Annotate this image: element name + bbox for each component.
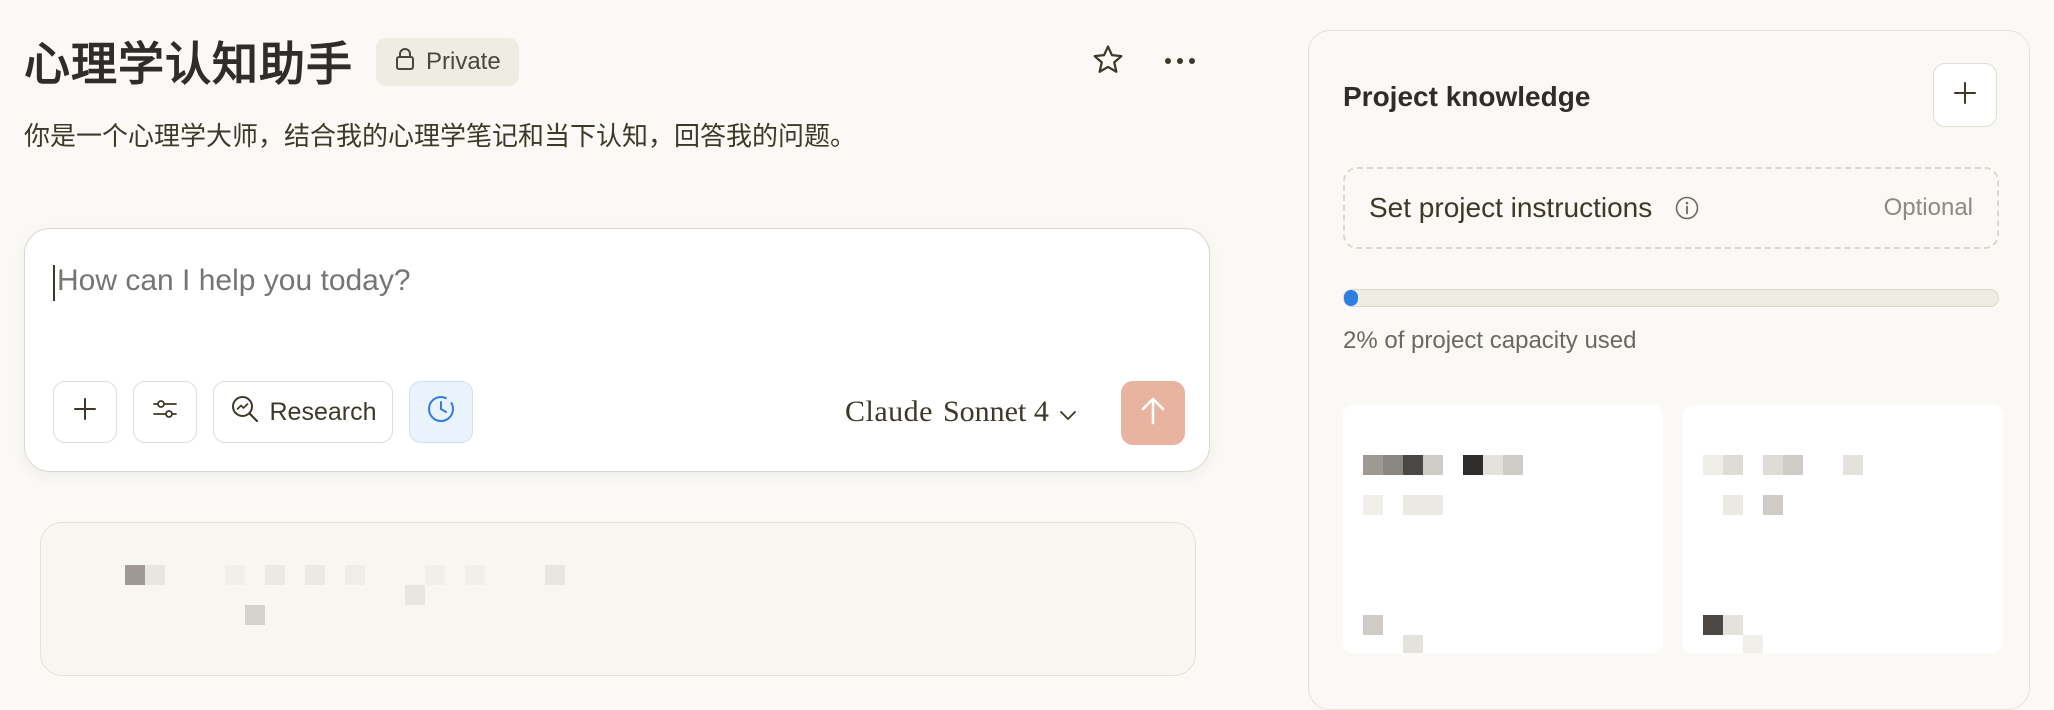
- extended-thinking-button[interactable]: [409, 381, 473, 443]
- more-options-button[interactable]: [1154, 36, 1206, 88]
- star-icon: [1091, 43, 1125, 82]
- plus-icon: [72, 396, 98, 429]
- instructions-optional-label: Optional: [1883, 194, 1973, 221]
- capacity-bar: [1343, 289, 1999, 307]
- privacy-badge[interactable]: Private: [376, 38, 519, 86]
- arrow-up-icon: [1139, 396, 1167, 431]
- add-knowledge-button[interactable]: [1933, 63, 1997, 127]
- info-icon: [1674, 195, 1700, 221]
- project-description: 你是一个心理学大师，结合我的心理学笔记和当下认知，回答我的问题。: [24, 122, 857, 152]
- chat-composer: Research Claude Sonnet 4: [24, 228, 1210, 472]
- model-selector[interactable]: Claude Sonnet 4: [845, 387, 1077, 437]
- privacy-label: Private: [426, 48, 501, 75]
- plus-icon: [1952, 80, 1978, 111]
- knowledge-file-card[interactable]: [1683, 405, 2003, 653]
- recent-chat-card[interactable]: [40, 522, 1196, 676]
- chevron-down-icon: [1059, 395, 1077, 429]
- knowledge-file-card[interactable]: [1343, 405, 1663, 653]
- research-button[interactable]: Research: [213, 381, 393, 443]
- star-button[interactable]: [1082, 36, 1134, 88]
- lock-icon: [394, 47, 416, 78]
- instructions-label: Set project instructions: [1369, 192, 1653, 223]
- chat-input[interactable]: [55, 263, 1159, 299]
- clock-icon: [425, 393, 457, 432]
- project-title: 心理学认知助手: [24, 37, 353, 91]
- tools-button[interactable]: [133, 381, 197, 443]
- sliders-icon: [151, 397, 179, 428]
- set-instructions-button[interactable]: Set project instructions Optional: [1343, 167, 1999, 249]
- project-knowledge-title: Project knowledge: [1343, 81, 1591, 112]
- capacity-text: 2% of project capacity used: [1343, 327, 1637, 354]
- more-horizontal-icon: [1163, 53, 1197, 71]
- add-attachment-button[interactable]: [53, 381, 117, 443]
- project-knowledge-panel: Project knowledge Set project instructio…: [1308, 30, 2030, 710]
- research-label: Research: [269, 397, 377, 426]
- research-search-icon: [230, 394, 260, 431]
- model-name: Sonnet 4: [942, 395, 1049, 428]
- model-brand: Claude: [845, 395, 933, 428]
- capacity-bar-fill: [1344, 290, 1359, 306]
- send-button[interactable]: [1121, 381, 1185, 445]
